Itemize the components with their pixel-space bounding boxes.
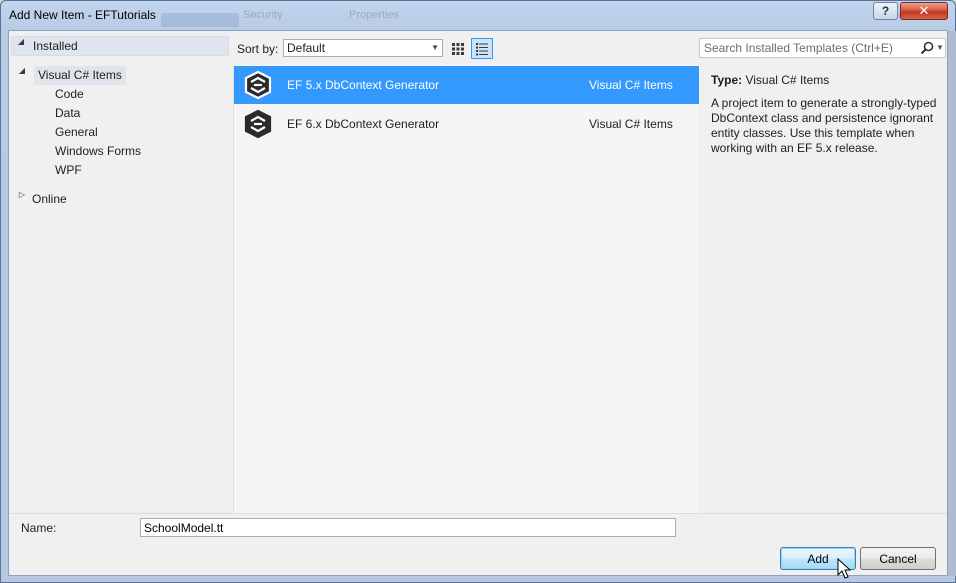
background-strip (948, 31, 956, 576)
help-button[interactable]: ? (873, 2, 898, 20)
tree-node-general[interactable]: General (55, 123, 98, 141)
item-category: Visual C# Items (589, 117, 673, 131)
template-info-panel: Type: Visual C# Items A project item to … (699, 65, 947, 513)
template-generator-icon (244, 70, 272, 100)
template-tree: ◢ Installed ◢ Visual C# Items Code Data … (9, 31, 231, 513)
list-item-ef6-dbcontext-generator[interactable]: EF 6.x DbContext Generator Visual C# Ite… (234, 105, 700, 143)
close-button[interactable]: ✕ (900, 2, 948, 20)
item-name: EF 5.x DbContext Generator (287, 78, 440, 92)
chevron-down-icon: ▼ (431, 43, 439, 52)
tree-node-online[interactable]: Online (32, 190, 67, 208)
sort-by-dropdown[interactable]: Default ▼ (283, 39, 443, 57)
tree-node-label: Installed (33, 39, 78, 53)
background-text: Security (243, 9, 283, 21)
grid-view-button[interactable] (447, 38, 469, 59)
background-text: Properties (349, 9, 400, 21)
type-value: Visual C# Items (745, 73, 830, 87)
tree-node-code[interactable]: Code (55, 85, 84, 103)
tree-node-label: Visual C# Items (38, 68, 122, 82)
search-input[interactable]: Search Installed Templates (Ctrl+E) ▼ (699, 38, 946, 58)
tree-node-visual-csharp-items[interactable]: Visual C# Items (34, 66, 126, 85)
add-new-item-dialog: Add New Item - EFTutorials Security Prop… (0, 0, 956, 583)
chevron-down-icon[interactable]: ▼ (936, 39, 944, 57)
template-list: EF 5.x DbContext Generator Visual C# Ite… (233, 65, 700, 513)
list-view-icon (476, 42, 488, 55)
item-name: EF 6.x DbContext Generator (287, 117, 440, 131)
template-description: A project item to generate a strongly-ty… (711, 96, 937, 155)
type-label: Type: (711, 73, 743, 87)
search-icon[interactable] (919, 40, 935, 56)
sort-by-value: Default (287, 41, 326, 55)
name-field[interactable] (140, 518, 676, 537)
template-generator-icon (244, 109, 272, 139)
list-item-ef5-dbcontext-generator[interactable]: EF 5.x DbContext Generator Visual C# Ite… (234, 66, 700, 104)
search-placeholder: Search Installed Templates (Ctrl+E) (704, 41, 893, 55)
sort-by-label: Sort by: (237, 42, 279, 56)
bottom-bar: Name: Add Cancel (9, 513, 947, 575)
mouse-cursor-icon (837, 558, 851, 579)
background-highlight (161, 13, 239, 27)
window-title: Add New Item - EFTutorials (9, 8, 156, 22)
grid-view-icon (452, 42, 464, 55)
expanded-arrow-icon[interactable]: ◢ (17, 66, 27, 84)
list-toolbar: Sort by: Default ▼ (231, 31, 699, 65)
list-view-button[interactable] (471, 38, 493, 59)
type-line: Type: Visual C# Items (711, 73, 829, 87)
tree-node-wpf[interactable]: WPF (55, 161, 82, 179)
title-bar[interactable]: Add New Item - EFTutorials Security Prop… (1, 1, 955, 31)
tree-node-installed[interactable]: ◢ Installed (11, 36, 229, 56)
item-category: Visual C# Items (589, 78, 673, 92)
expanded-arrow-icon[interactable]: ◢ (16, 37, 26, 55)
tree-node-windows-forms[interactable]: Windows Forms (55, 142, 141, 160)
cancel-button[interactable]: Cancel (860, 547, 936, 570)
tree-node-data[interactable]: Data (55, 104, 80, 122)
collapsed-arrow-icon[interactable]: ▷ (17, 190, 27, 208)
name-label: Name: (21, 521, 57, 535)
dialog-client-area: ◢ Installed ◢ Visual C# Items Code Data … (8, 30, 948, 576)
